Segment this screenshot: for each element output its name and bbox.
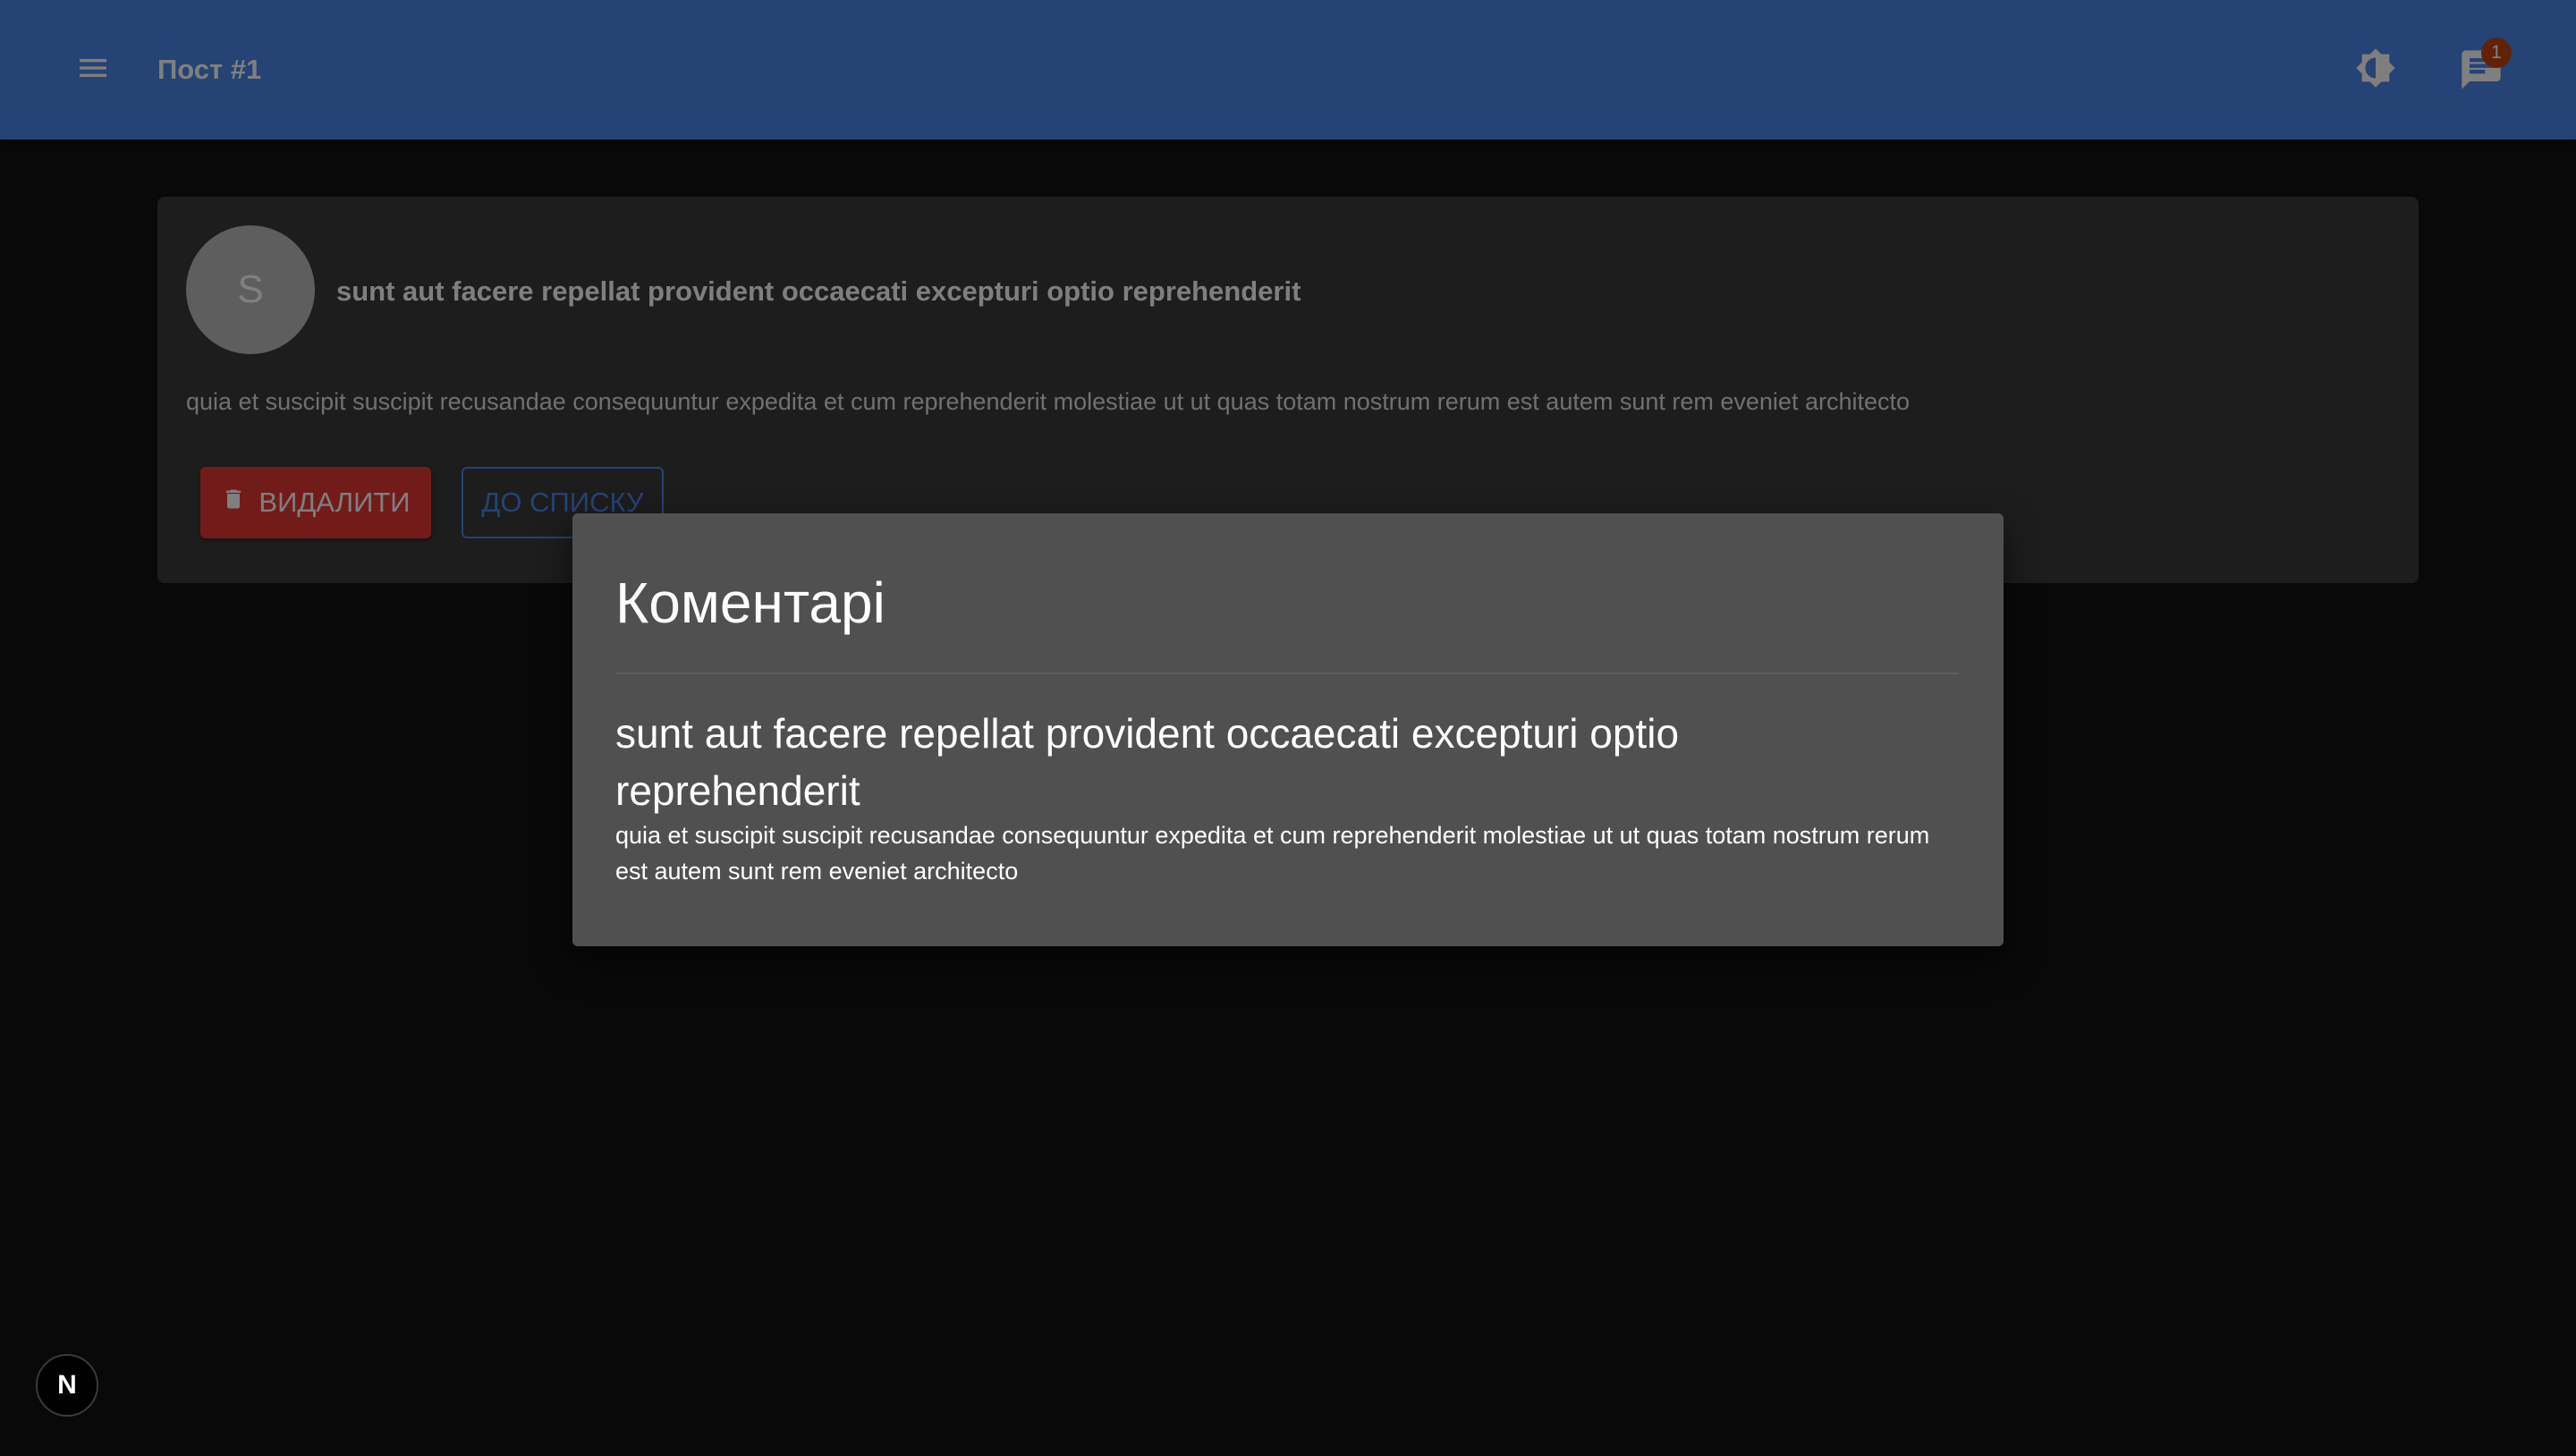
comments-dialog: Коментарі sunt aut facere repellat provi… [572,513,2004,946]
comment-body: quia et suscipit suscipit recusandae con… [615,822,1930,885]
dialog-title: Коментарі [615,571,886,635]
nextjs-logo-icon: N [57,1370,77,1400]
divider [615,673,1959,674]
app-root: Пост #1 1 S sunt aut facere repellat pro… [0,0,2576,1456]
nextjs-badge[interactable]: N [36,1354,98,1417]
comment-title: sunt aut facere repellat provident occae… [615,710,1680,814]
